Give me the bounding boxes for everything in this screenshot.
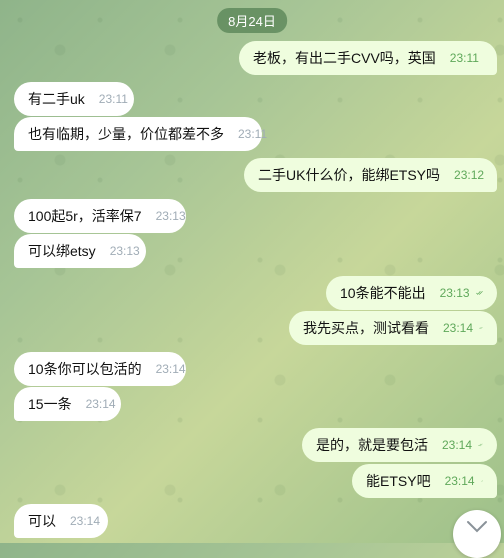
- date-separator: 8月24日: [217, 8, 287, 33]
- message-time: 23:12: [454, 168, 485, 182]
- message-time: 23:11: [98, 92, 128, 106]
- double-check-icon: [478, 443, 483, 447]
- message-incoming[interactable]: 可以绑etsy 23:13: [14, 234, 146, 268]
- message-text: 有二手uk: [28, 91, 85, 107]
- message-incoming[interactable]: 有二手uk 23:11: [14, 82, 134, 116]
- message-text: 可以绑etsy: [28, 243, 96, 259]
- message-text: 10条能不能出: [340, 285, 426, 301]
- message-time: 23:11: [449, 51, 479, 65]
- message-time: 23:11: [238, 127, 268, 141]
- message-time: 23:14: [85, 397, 116, 411]
- scroll-down-button[interactable]: [453, 510, 501, 558]
- message-text: 能ETSY吧: [366, 473, 431, 489]
- message-outgoing[interactable]: 10条能不能出 23:13: [326, 276, 497, 310]
- message-incoming[interactable]: 也有临期，少量，价位都差不多 23:11: [14, 117, 267, 151]
- double-check-icon: [480, 480, 483, 482]
- message-incoming[interactable]: 10条你可以包活的 23:14: [14, 352, 186, 386]
- message-text: 15一条: [28, 396, 72, 412]
- message-outgoing[interactable]: 我先买点，测试看看 23:14: [289, 311, 497, 345]
- message-incoming[interactable]: 100起5r，活率保7 23:13: [14, 199, 186, 233]
- message-time: 23:14: [442, 438, 473, 452]
- double-check-icon: [475, 291, 483, 295]
- message-text: 可以: [28, 513, 56, 529]
- message-outgoing[interactable]: 老板，有出二手CVV吗，英国 23:11: [239, 41, 497, 75]
- message-text: 10条你可以包活的: [28, 361, 142, 377]
- message-text: 也有临期，少量，价位都差不多: [28, 126, 224, 142]
- message-text: 100起5r，活率保7: [28, 208, 142, 224]
- message-outgoing[interactable]: 能ETSY吧 23:14: [352, 464, 497, 498]
- message-time: 23:13: [109, 244, 140, 258]
- double-check-icon: [479, 326, 483, 329]
- message-time: 23:13: [439, 286, 470, 300]
- message-outgoing[interactable]: 二手UK什么价，能绑ETSY吗 23:12: [244, 158, 497, 192]
- message-incoming[interactable]: 15一条 23:14: [14, 387, 121, 421]
- message-time: 23:14: [70, 514, 101, 528]
- message-outgoing[interactable]: 是的，就是要包活 23:14: [302, 428, 497, 462]
- message-time: 23:14: [155, 362, 186, 376]
- chevron-down-icon: [467, 521, 487, 533]
- message-text: 是的，就是要包活: [316, 437, 428, 453]
- message-text: 我先买点，测试看看: [303, 320, 429, 336]
- message-time: 23:14: [444, 474, 475, 488]
- message-time: 23:13: [155, 209, 186, 223]
- message-text: 二手UK什么价，能绑ETSY吗: [258, 167, 441, 183]
- message-time: 23:14: [443, 321, 474, 335]
- message-text: 老板，有出二手CVV吗，英国: [253, 50, 436, 66]
- message-incoming[interactable]: 可以 23:14: [14, 504, 108, 538]
